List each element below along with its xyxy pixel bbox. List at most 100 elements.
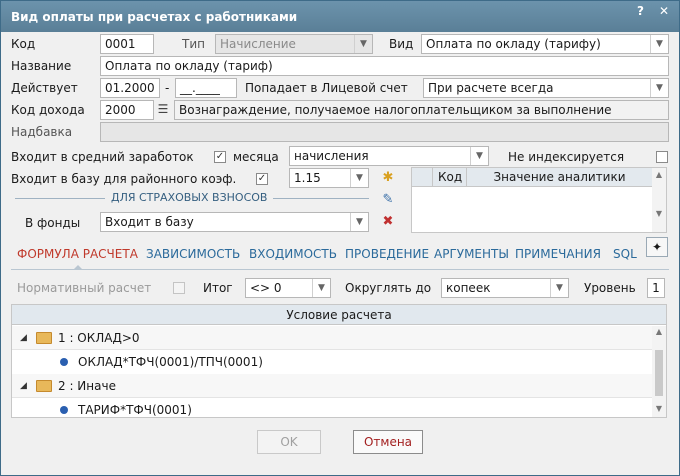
- itog-label: Итог: [203, 281, 233, 295]
- add-icon[interactable]: ✱: [379, 169, 397, 187]
- rayon-value: 1.15: [294, 171, 321, 185]
- col-analytics-value[interactable]: Значение аналитики: [466, 168, 652, 187]
- fondy-label: В фонды: [25, 216, 81, 230]
- collapse-icon[interactable]: ◢: [20, 326, 27, 350]
- okrugl-value: копеек: [446, 281, 491, 295]
- help-icon[interactable]: ?: [637, 4, 644, 18]
- nadbavka-input: [100, 122, 669, 142]
- tab-primechaniya[interactable]: ПРИМЕЧАНИЯ: [515, 247, 601, 261]
- mesyaca-select[interactable]: начисления ▼: [289, 146, 489, 166]
- bullet-icon: [60, 358, 68, 366]
- collapse-icon[interactable]: ◢: [20, 374, 27, 398]
- itog-value: <> 0: [250, 281, 282, 295]
- rayon-checkbox[interactable]: ✓: [256, 173, 268, 185]
- date-from-input[interactable]: 01.2000: [100, 78, 160, 98]
- sredniy-label: Входит в средний заработок: [11, 150, 194, 164]
- uroven-value[interactable]: 1: [647, 278, 665, 298]
- tip-select: Начисление ▼: [215, 34, 373, 54]
- formula-group-row[interactable]: ◢ 2 : Иначе: [12, 374, 652, 398]
- formula-expression: ОКЛАД*ТФЧ(0001)/ТПЧ(0001): [78, 355, 263, 369]
- tab-argumenty[interactable]: АРГУМЕНТЫ: [434, 247, 509, 261]
- okrugl-label: Округлять до: [345, 281, 432, 295]
- scroll-up-icon[interactable]: ▲: [652, 170, 666, 179]
- list-icon[interactable]: ☰: [154, 100, 172, 118]
- bullet-icon: [60, 406, 68, 414]
- chevron-down-icon[interactable]: ▼: [550, 279, 568, 297]
- kod-dohoda-description: Вознаграждение, получаемое налогоплатель…: [174, 100, 669, 120]
- vid-label: Вид: [389, 37, 414, 51]
- uroven-label: Уровень: [584, 281, 636, 295]
- neindeks-label: Не индексируется: [508, 150, 625, 164]
- section-divider: [15, 198, 105, 199]
- folder-icon: [36, 332, 52, 344]
- formula-grid-header[interactable]: Условие расчета: [12, 305, 666, 325]
- name-label: Название: [11, 59, 72, 73]
- kod-dohoda-label: Код дохода: [11, 103, 85, 117]
- chevron-down-icon[interactable]: ▼: [650, 79, 668, 97]
- tip-value: Начисление: [220, 37, 296, 51]
- chevron-down-icon[interactable]: ▼: [470, 147, 488, 165]
- scroll-up-icon[interactable]: ▲: [652, 327, 666, 336]
- cancel-button[interactable]: Отмена: [353, 430, 423, 454]
- scroll-down-icon[interactable]: ▼: [652, 404, 666, 413]
- tab-zavisimost[interactable]: ЗАВИСИМОСТЬ: [146, 247, 240, 261]
- folder-icon: [36, 380, 52, 392]
- magic-wand-icon[interactable]: ✦: [646, 237, 668, 257]
- mesyaca-label: месяца: [233, 150, 279, 164]
- okrugl-select[interactable]: копеек ▼: [441, 278, 569, 298]
- rayon-select[interactable]: 1.15 ▼: [289, 168, 369, 188]
- deystvuet-label: Действует: [11, 81, 78, 95]
- licevoy-value: При расчете всегда: [428, 81, 554, 95]
- edit-icon[interactable]: ✎: [379, 191, 397, 209]
- tab-vhodimost[interactable]: ВХОДИМОСТЬ: [249, 247, 337, 261]
- fondy-select[interactable]: Входит в базу ▼: [100, 212, 369, 232]
- date-separator: -: [165, 81, 170, 95]
- vid-select[interactable]: Оплата по окладу (тарифу) ▼: [421, 34, 669, 54]
- title-bar[interactable]: Вид оплаты при расчетах с работниками ? …: [1, 1, 679, 32]
- tab-sql[interactable]: SQL: [613, 247, 637, 261]
- col-kod[interactable]: Код: [432, 168, 466, 187]
- tab-bar: ФОРМУЛА РАСЧЕТА ЗАВИСИМОСТЬ ВХОДИМОСТЬ П…: [11, 244, 669, 270]
- strah-section-title: ДЛЯ СТРАХОВЫХ ВЗНОСОВ: [111, 191, 268, 204]
- formula-scrollbar[interactable]: ▲ ▼: [652, 326, 666, 417]
- tab-formula[interactable]: ФОРМУЛА РАСЧЕТА: [17, 247, 138, 261]
- mesyaca-value: начисления: [294, 149, 369, 163]
- name-input[interactable]: Оплата по окладу (тариф): [100, 56, 669, 76]
- licevoy-label: Попадает в Лицевой счет: [245, 81, 408, 95]
- close-icon[interactable]: ✕: [659, 4, 669, 18]
- normativ-checkbox: [173, 282, 185, 294]
- chevron-down-icon: ▼: [354, 35, 372, 53]
- kod-dohoda-input[interactable]: 2000: [100, 100, 154, 120]
- analytics-grid[interactable]: Код Значение аналитики ▲ ▼: [411, 167, 667, 233]
- group-condition: 2 : Иначе: [58, 379, 116, 393]
- nadbavka-label: Надбавка: [11, 125, 73, 139]
- formula-group-row[interactable]: ◢ 1 : ОКЛАД>0: [12, 326, 652, 350]
- tip-label: Тип: [182, 37, 205, 51]
- strah-section-header: ДЛЯ СТРАХОВЫХ ВЗНОСОВ: [15, 191, 369, 205]
- chevron-down-icon[interactable]: ▼: [650, 35, 668, 53]
- formula-expression: ТАРИФ*ТФЧ(0001): [78, 403, 192, 417]
- vid-value: Оплата по окладу (тарифу): [426, 37, 601, 51]
- chevron-down-icon[interactable]: ▼: [312, 279, 330, 297]
- kod-label: Код: [11, 37, 36, 51]
- chevron-down-icon[interactable]: ▼: [350, 169, 368, 187]
- sredniy-checkbox[interactable]: ✓: [214, 151, 226, 163]
- tab-provedenie[interactable]: ПРОВЕДЕНИЕ: [345, 247, 429, 261]
- window-title: Вид оплаты при расчетах с работниками: [11, 10, 298, 24]
- active-tab-marker: [73, 265, 83, 270]
- neindeks-checkbox[interactable]: [656, 151, 668, 163]
- scroll-thumb[interactable]: [655, 350, 663, 396]
- formula-row[interactable]: ОКЛАД*ТФЧ(0001)/ТПЧ(0001): [12, 350, 652, 374]
- delete-icon[interactable]: ✖: [379, 213, 397, 231]
- analytics-scrollbar[interactable]: ▲ ▼: [652, 168, 666, 232]
- date-to-input[interactable]: __.____: [175, 78, 237, 98]
- licevoy-select[interactable]: При расчете всегда ▼: [423, 78, 669, 98]
- kod-input[interactable]: 0001: [100, 34, 154, 54]
- normativ-label: Нормативный расчет: [17, 281, 152, 295]
- formula-grid[interactable]: Условие расчета ◢ 1 : ОКЛАД>0 ОКЛАД*ТФЧ(…: [11, 304, 667, 418]
- scroll-down-icon[interactable]: ▼: [652, 209, 666, 218]
- chevron-down-icon[interactable]: ▼: [350, 213, 368, 231]
- ok-button[interactable]: OK: [257, 430, 321, 454]
- formula-row[interactable]: ТАРИФ*ТФЧ(0001): [12, 398, 652, 417]
- itog-select[interactable]: <> 0 ▼: [245, 278, 331, 298]
